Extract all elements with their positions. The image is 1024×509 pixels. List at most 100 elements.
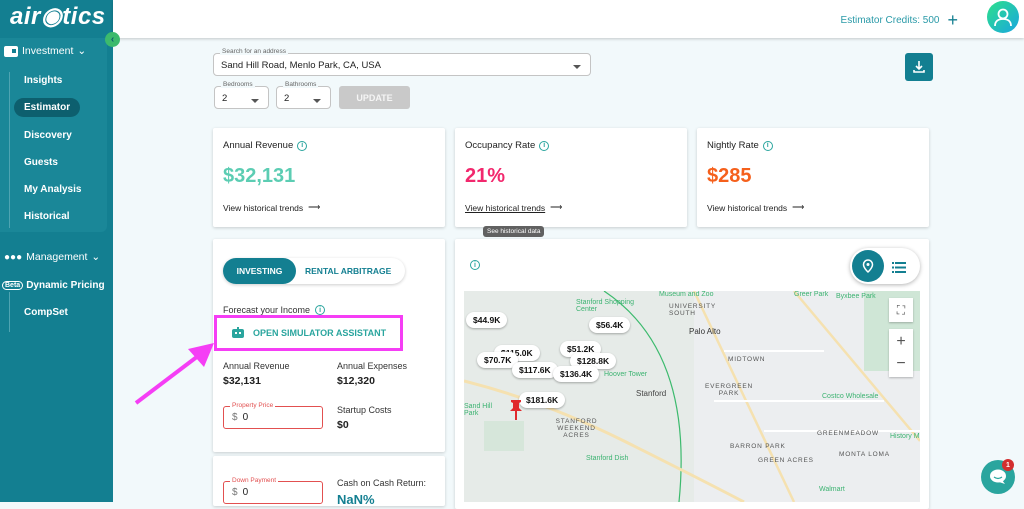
price-marker[interactable]: $136.4K [553, 366, 600, 382]
bedrooms-value: 2 [222, 93, 228, 104]
map-label: GREEN ACRES [758, 457, 814, 464]
notification-badge: 1 [1002, 459, 1014, 471]
management-header[interactable]: ●●● Management ⌄ [4, 251, 100, 263]
card-title: Occupancy Rate [465, 140, 536, 151]
price-marker[interactable]: $117.6K [512, 362, 558, 378]
map-label: Stanford Dish [586, 455, 629, 462]
download-button[interactable] [905, 53, 933, 81]
fullscreen-button[interactable]: ⛶ [889, 298, 913, 322]
annual-revenue-amount: $32,131 [223, 375, 261, 387]
map-label: Byxbee Park [836, 293, 876, 300]
update-button[interactable]: UPDATE [339, 86, 410, 109]
annotation-arrow-icon [134, 343, 214, 405]
open-simulator-button[interactable]: OPEN SIMULATOR ASSISTANT [214, 315, 403, 351]
tab-investing[interactable]: INVESTING [223, 258, 296, 284]
caret-down-icon [251, 99, 259, 103]
map-view-button[interactable] [852, 250, 884, 282]
map-label: Costco Wholesale [822, 393, 879, 400]
map-label: MIDTOWN [728, 356, 766, 363]
bathrooms-label: Bathrooms [283, 81, 319, 88]
map-label: BARRON PARK [730, 443, 786, 450]
caret-down-icon [573, 65, 581, 69]
sidebar-item-my-analysis[interactable]: My Analysis [24, 184, 81, 195]
investment-header[interactable]: Investment ⌄ [4, 45, 86, 57]
map-label: Hoover Tower [604, 371, 648, 378]
map-label: Walmart [819, 486, 845, 493]
wallet-icon [4, 45, 18, 57]
annual-revenue-label: Annual Revenue [223, 361, 290, 371]
view-toggle [850, 248, 920, 284]
chevron-down-icon: ⌄ [77, 45, 87, 57]
occupancy-rate-card: Occupancy Rate i 21% View historical tren… [455, 128, 687, 227]
info-icon[interactable]: i [315, 305, 326, 315]
zoom-in-button[interactable]: + [896, 331, 905, 353]
annual-expenses-label: Annual Expenses [337, 361, 408, 371]
sidebar-item-discovery[interactable]: Discovery [24, 130, 72, 141]
collapse-sidebar-button[interactable]: ‹ [105, 32, 120, 47]
map-label: UNIVERSITY SOUTH [669, 303, 716, 317]
annual-expenses-amount: $12,320 [337, 375, 375, 387]
dynamic-pricing-label: Dynamic Pricing [26, 280, 105, 291]
sidebar-item-guests[interactable]: Guests [24, 157, 58, 168]
info-icon[interactable]: i [297, 140, 308, 151]
sidebar: air◉tics Investment ⌄ Insights Estimator… [0, 0, 113, 502]
link-text: View historical trends [223, 202, 304, 213]
nav-line [9, 72, 10, 228]
coc-value: NaN% [337, 492, 375, 507]
beta-badge: Beta [2, 281, 24, 290]
fullscreen-icon: ⛶ [896, 302, 906, 317]
list-view-button[interactable] [892, 260, 906, 278]
view-trends-link[interactable]: View historical trends ⟶ [223, 202, 320, 213]
caret-down-icon [313, 99, 321, 103]
bedrooms-label: Bedrooms [221, 81, 255, 88]
map-label: Greer Park [794, 291, 829, 298]
location-pin-icon [862, 259, 874, 273]
address-search-input[interactable]: Search for an address Sand Hill Road, Me… [213, 48, 591, 76]
info-icon[interactable]: i [470, 260, 480, 270]
zoom-out-button[interactable]: − [896, 353, 905, 375]
chevron-down-icon: ⌄ [91, 251, 101, 263]
map-label: MONTA LOMA [839, 451, 890, 458]
bathrooms-select[interactable]: Bathrooms 2 [276, 81, 331, 109]
sidebar-item-compset[interactable]: CompSet [24, 307, 68, 318]
avatar[interactable] [987, 1, 1019, 33]
logo: air◉tics [10, 3, 106, 30]
tab-rental-arbitrage[interactable]: RENTAL ARBITRAGE [305, 258, 391, 284]
price-marker[interactable]: $56.4K [589, 317, 631, 333]
topbar: Estimator Credits: 500 + [113, 0, 1024, 38]
down-payment-input[interactable]: Down Payment $0 [223, 477, 323, 504]
map[interactable]: Museum and Zoo Stanford Shopping Center … [464, 291, 920, 502]
info-icon[interactable]: i [762, 140, 773, 151]
bathrooms-value: 2 [284, 93, 290, 104]
arrow-right-icon: ⟶ [308, 202, 321, 212]
view-trends-link[interactable]: View historical trends ⟶ [465, 202, 562, 213]
map-label: EVERGREEN PARK [704, 383, 753, 397]
nav-line [9, 292, 10, 332]
price-marker[interactable]: $44.9K [466, 312, 508, 328]
bedrooms-select[interactable]: Bedrooms 2 [214, 81, 269, 109]
price-marker[interactable]: $181.6K [519, 392, 566, 408]
robot-icon [232, 327, 244, 338]
investment-group: Investment ⌄ Insights Estimator Discover… [0, 38, 107, 232]
card-title: Annual Revenue [223, 140, 294, 151]
sidebar-item-historical[interactable]: Historical [24, 211, 70, 222]
plus-icon[interactable]: + [947, 10, 958, 31]
pushpin-icon [510, 400, 522, 420]
user-icon [994, 8, 1012, 27]
info-icon[interactable]: i [539, 140, 550, 151]
map-label: Stanford Shopping Center [576, 299, 634, 313]
tooltip: See historical data [483, 226, 545, 237]
mode-toggle: INVESTING RENTAL ARBITRAGE [223, 258, 405, 284]
sidebar-item-estimator[interactable]: Estimator [14, 98, 81, 117]
sidebar-item-insights[interactable]: Insights [24, 75, 62, 86]
address-label: Search for an address [220, 48, 288, 55]
nightly-rate-card: Nightly Rate i $285 View historical trend… [697, 128, 929, 227]
credits: Estimator Credits: 500 + [841, 10, 958, 31]
sidebar-item-dynamic-pricing[interactable]: Beta Dynamic Pricing [2, 280, 105, 291]
credits-label: Estimator Credits: 500 [840, 15, 940, 26]
view-trends-link[interactable]: View historical trends ⟶ [707, 202, 804, 213]
chevron-left-icon: ‹ [110, 34, 115, 45]
card-title: Nightly Rate [707, 140, 759, 151]
property-price-input[interactable]: Property Price $0 [223, 402, 323, 429]
map-label: History M [890, 433, 920, 440]
